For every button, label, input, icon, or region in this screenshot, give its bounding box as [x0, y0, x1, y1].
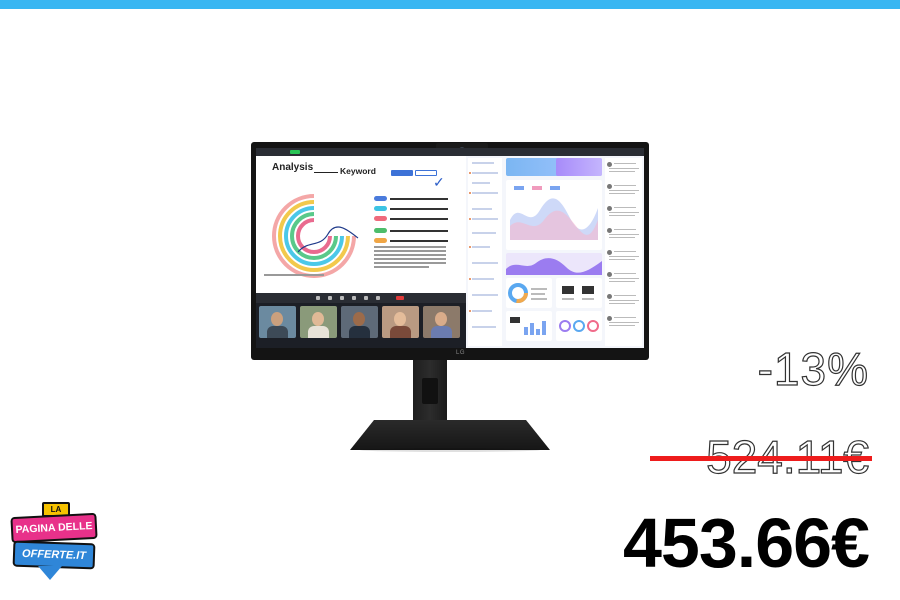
camera-icon [328, 296, 332, 300]
slide-keyword: Keyword [340, 166, 376, 176]
site-logo[interactable]: LA PAGINA DELLE OFFERTE.IT [8, 500, 100, 595]
feed-item [607, 206, 640, 222]
slide-bullet [374, 190, 448, 202]
participant-tile [382, 306, 419, 338]
slide-text-line [374, 266, 429, 268]
monitor-stand-neck [413, 360, 447, 422]
stats-card [556, 278, 602, 308]
slide-pill [391, 170, 413, 176]
feed-item [607, 228, 640, 244]
dashboard-feed [605, 158, 642, 346]
slide-text-line [374, 246, 446, 248]
wave-chart-card [506, 253, 602, 275]
dashboard-content [506, 158, 602, 346]
new-price: 453.66€ [622, 504, 870, 582]
feed-item [607, 272, 640, 288]
people-icon [364, 296, 368, 300]
slide-text-line [374, 262, 446, 264]
feed-item [607, 184, 640, 200]
monitor-stand-base [350, 420, 550, 450]
participant-tile [423, 306, 460, 338]
slide-text-line [374, 258, 446, 260]
chat-icon [352, 296, 356, 300]
monitor-brand-logo: LG [456, 350, 466, 356]
ring-chart-graphic [272, 194, 359, 278]
end-call-icon [396, 296, 404, 300]
dashboard-window [466, 148, 644, 348]
slide-text-line [374, 250, 446, 252]
area-chart-graphic [510, 186, 598, 240]
slide-bullet [374, 222, 448, 234]
more-icon [376, 296, 380, 300]
feed-item [607, 250, 640, 266]
feed-item [607, 316, 640, 332]
stand-shadow [360, 448, 540, 452]
slide-bullet [374, 210, 448, 222]
slide-bullet [374, 232, 448, 244]
slide-footnote [264, 274, 324, 276]
logo-speech-tail [38, 566, 62, 580]
slide-title: Analysis [272, 162, 314, 173]
old-price-strikethrough [650, 456, 872, 461]
video-participants [256, 303, 466, 348]
share-icon [340, 296, 344, 300]
participant-tile [300, 306, 337, 338]
meeting-title-bar [256, 148, 466, 156]
participant-tile [259, 306, 296, 338]
donut-card [506, 278, 552, 308]
bar-chart-card [506, 311, 552, 341]
dashboard-title-bar [466, 148, 644, 156]
monitor-screen: Analysis Keyword ✓ [256, 148, 644, 348]
feed-item [607, 294, 640, 310]
logo-text-pagina-delle: PAGINA DELLE [10, 512, 98, 544]
ring-stats-card [556, 311, 602, 341]
dashboard-header-card [556, 158, 602, 176]
line-chart-card [506, 180, 602, 250]
participant-tile [341, 306, 378, 338]
checkmark-icon: ✓ [433, 174, 445, 190]
dashboard-sidebar [468, 158, 502, 346]
slide-text-line [374, 254, 446, 256]
slide-dash [314, 172, 338, 173]
meeting-presentation: Analysis Keyword ✓ [256, 148, 466, 348]
feed-item [607, 162, 640, 178]
cable-clip [422, 378, 438, 404]
meeting-toolbar [256, 293, 466, 303]
slide-bullet [374, 200, 448, 212]
recording-indicator [290, 150, 300, 154]
discount-percentage: -13% [757, 343, 869, 395]
mic-icon [316, 296, 320, 300]
